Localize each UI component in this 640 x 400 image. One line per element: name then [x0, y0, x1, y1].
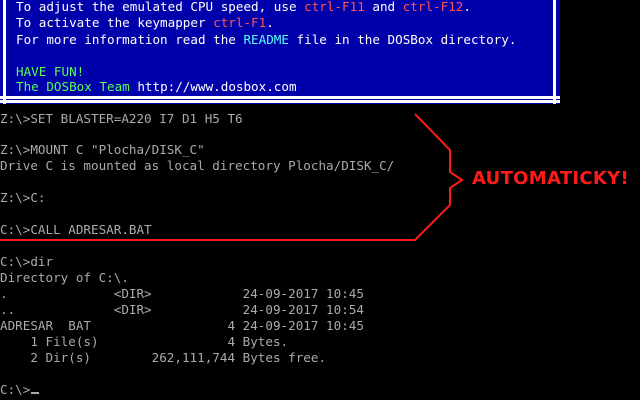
box-line-team: The DOSBox Team http://www.dosbox.com: [16, 79, 297, 94]
terminal-line: Z:\>MOUNT C "Plocha/DISK_C": [0, 142, 205, 157]
box-line-readme: For more information read the README fil…: [16, 32, 517, 47]
terminal-line: . <DIR> 24-09-2017 10:45: [0, 286, 364, 301]
terminal-line: C:\>CALL ADRESAR.BAT: [0, 222, 152, 237]
terminal-line: 2 Dir(s) 262,111,744 Bytes free.: [0, 350, 327, 365]
terminal-line: .. <DIR> 24-09-2017 10:54: [0, 302, 364, 317]
prompt-text: C:\>: [0, 382, 31, 397]
box-border-bottom-inner: [0, 96, 560, 99]
terminal-line: 1 File(s) 4 Bytes.: [0, 334, 289, 349]
box-border-left: [3, 0, 6, 104]
command-prompt[interactable]: C:\>: [0, 382, 40, 397]
terminal-line: Drive C is mounted as local directory Pl…: [0, 158, 395, 173]
terminal-line: Directory of C:\.: [0, 270, 129, 285]
box-border-bottom: [0, 100, 560, 103]
terminal-line: Z:\>C:: [0, 190, 46, 205]
terminal-line: ADRESAR BAT 4 24-09-2017 10:45: [0, 318, 364, 333]
dosbox-welcome-box: To adjust the emulated CPU speed, use ct…: [0, 0, 560, 104]
box-line-have-fun: HAVE FUN!: [16, 64, 85, 79]
box-border-right: [553, 0, 556, 104]
box-line-cpu-speed: To adjust the emulated CPU speed, use ct…: [16, 0, 471, 14]
text-cursor: [31, 392, 40, 394]
box-line-keymapper: To activate the keymapper ctrl-F1.: [16, 15, 274, 30]
terminal-line: C:\>dir: [0, 254, 54, 269]
terminal-line: Z:\>SET BLASTER=A220 I7 D1 H5 T6: [0, 111, 243, 126]
annotation-label: AUTOMATICKY!: [472, 168, 629, 189]
